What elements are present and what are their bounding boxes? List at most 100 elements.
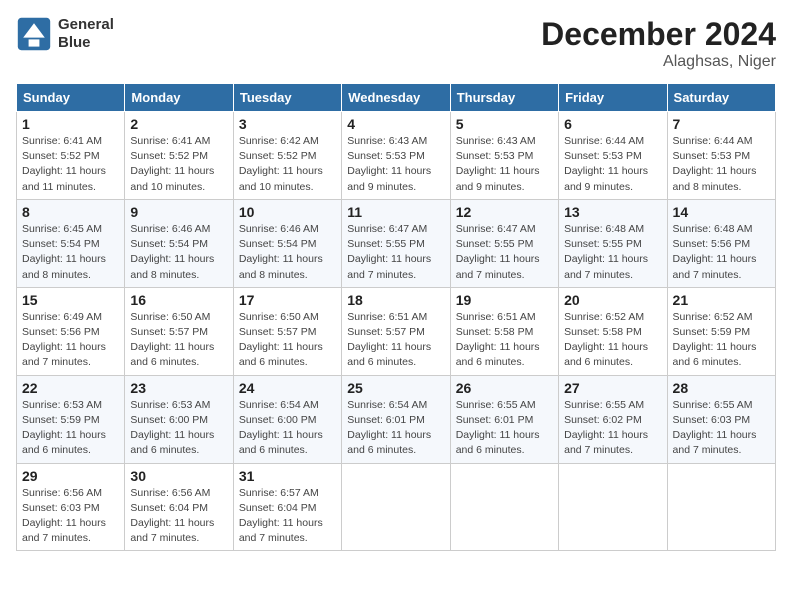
calendar-day-cell: 21Sunrise: 6:52 AM Sunset: 5:59 PM Dayli… (667, 287, 775, 375)
day-number: 5 (456, 116, 553, 132)
calendar-day-cell: 11 Sunrise: 6:47 AM Sunset: 5:55 PM Dayli… (342, 199, 450, 287)
calendar-day-cell: 18 Sunrise: 6:51 AM Sunset: 5:57 PM Dayli… (342, 287, 450, 375)
weekday-header: Tuesday (233, 84, 341, 112)
calendar-day-cell: 3Sunrise: 6:42 AM Sunset: 5:52 PM Daylig… (233, 112, 341, 200)
day-number: 16 (130, 292, 227, 308)
day-number: 31 (239, 468, 336, 484)
day-info: Sunrise: 6:43 AM Sunset: 5:53 PM Dayligh… (347, 134, 444, 195)
calendar-day-cell: 27 Sunrise: 6:55 AM Sunset: 6:02 PM Dayli… (559, 375, 667, 463)
day-number: 18 (347, 292, 444, 308)
calendar-day-cell: 7 Sunrise: 6:44 AM Sunset: 5:53 PM Daylig… (667, 112, 775, 200)
day-info: Sunrise: 6:50 AM Sunset: 5:57 PM Dayligh… (130, 310, 227, 371)
calendar-day-cell: 26 Sunrise: 6:55 AM Sunset: 6:01 PM Dayli… (450, 375, 558, 463)
calendar-day-cell: 8 Sunrise: 6:45 AM Sunset: 5:54 PM Daylig… (17, 199, 125, 287)
day-info: Sunrise: 6:50 AM Sunset: 5:57 PM Dayligh… (239, 310, 336, 371)
calendar-day-cell: 20Sunrise: 6:52 AM Sunset: 5:58 PM Dayli… (559, 287, 667, 375)
day-info: Sunrise: 6:55 AM Sunset: 6:01 PM Dayligh… (456, 398, 553, 459)
calendar-day-cell: 14 Sunrise: 6:48 AM Sunset: 5:56 PM Dayli… (667, 199, 775, 287)
calendar-week-row: 22 Sunrise: 6:53 AM Sunset: 5:59 PM Dayli… (17, 375, 776, 463)
calendar-day-cell: 4 Sunrise: 6:43 AM Sunset: 5:53 PM Daylig… (342, 112, 450, 200)
day-number: 23 (130, 380, 227, 396)
weekday-header: Sunday (17, 84, 125, 112)
calendar: SundayMondayTuesdayWednesdayThursdayFrid… (16, 83, 776, 551)
day-info: Sunrise: 6:43 AM Sunset: 5:53 PM Dayligh… (456, 134, 553, 195)
day-number: 8 (22, 204, 119, 220)
day-number: 24 (239, 380, 336, 396)
weekday-header: Saturday (667, 84, 775, 112)
day-info: Sunrise: 6:47 AM Sunset: 5:55 PM Dayligh… (347, 222, 444, 283)
day-number: 27 (564, 380, 661, 396)
day-number: 26 (456, 380, 553, 396)
day-number: 22 (22, 380, 119, 396)
day-number: 14 (673, 204, 770, 220)
calendar-week-row: 15 Sunrise: 6:49 AM Sunset: 5:56 PM Dayli… (17, 287, 776, 375)
calendar-day-cell: 23Sunrise: 6:53 AM Sunset: 6:00 PM Dayli… (125, 375, 233, 463)
location: Alaghsas, Niger (541, 53, 776, 71)
day-number: 9 (130, 204, 227, 220)
day-info: Sunrise: 6:55 AM Sunset: 6:03 PM Dayligh… (673, 398, 770, 459)
day-info: Sunrise: 6:46 AM Sunset: 5:54 PM Dayligh… (130, 222, 227, 283)
calendar-day-cell (450, 463, 558, 551)
day-info: Sunrise: 6:41 AM Sunset: 5:52 PM Dayligh… (22, 134, 119, 195)
calendar-day-cell: 25 Sunrise: 6:54 AM Sunset: 6:01 PM Dayli… (342, 375, 450, 463)
day-number: 28 (673, 380, 770, 396)
day-info: Sunrise: 6:56 AM Sunset: 6:04 PM Dayligh… (130, 486, 227, 547)
day-info: Sunrise: 6:53 AM Sunset: 5:59 PM Dayligh… (22, 398, 119, 459)
day-number: 4 (347, 116, 444, 132)
day-info: Sunrise: 6:46 AM Sunset: 5:54 PM Dayligh… (239, 222, 336, 283)
day-info: Sunrise: 6:49 AM Sunset: 5:56 PM Dayligh… (22, 310, 119, 371)
day-info: Sunrise: 6:54 AM Sunset: 6:01 PM Dayligh… (347, 398, 444, 459)
day-info: Sunrise: 6:44 AM Sunset: 5:53 PM Dayligh… (564, 134, 661, 195)
calendar-day-cell: 10Sunrise: 6:46 AM Sunset: 5:54 PM Dayli… (233, 199, 341, 287)
calendar-day-cell: 19 Sunrise: 6:51 AM Sunset: 5:58 PM Dayli… (450, 287, 558, 375)
day-info: Sunrise: 6:41 AM Sunset: 5:52 PM Dayligh… (130, 134, 227, 195)
logo: General Blue (16, 16, 114, 52)
calendar-day-cell: 28 Sunrise: 6:55 AM Sunset: 6:03 PM Dayli… (667, 375, 775, 463)
month-year: December 2024 (541, 16, 776, 53)
logo-text: General Blue (58, 16, 114, 52)
page-header: General Blue December 2024 Alaghsas, Nig… (16, 16, 776, 71)
day-number: 2 (130, 116, 227, 132)
calendar-day-cell (342, 463, 450, 551)
weekday-header: Wednesday (342, 84, 450, 112)
calendar-day-cell: 6 Sunrise: 6:44 AM Sunset: 5:53 PM Daylig… (559, 112, 667, 200)
calendar-day-cell: 12Sunrise: 6:47 AM Sunset: 5:55 PM Dayli… (450, 199, 558, 287)
day-info: Sunrise: 6:52 AM Sunset: 5:58 PM Dayligh… (564, 310, 661, 371)
weekday-header: Friday (559, 84, 667, 112)
day-info: Sunrise: 6:47 AM Sunset: 5:55 PM Dayligh… (456, 222, 553, 283)
calendar-day-cell: 29Sunrise: 6:56 AM Sunset: 6:03 PM Dayli… (17, 463, 125, 551)
day-info: Sunrise: 6:45 AM Sunset: 5:54 PM Dayligh… (22, 222, 119, 283)
calendar-day-cell: 22 Sunrise: 6:53 AM Sunset: 5:59 PM Dayli… (17, 375, 125, 463)
day-info: Sunrise: 6:48 AM Sunset: 5:56 PM Dayligh… (673, 222, 770, 283)
day-number: 7 (673, 116, 770, 132)
logo-icon (16, 16, 52, 52)
title-block: December 2024 Alaghsas, Niger (541, 16, 776, 71)
day-number: 17 (239, 292, 336, 308)
day-number: 11 (347, 204, 444, 220)
logo-line1: General (58, 16, 114, 34)
day-number: 1 (22, 116, 119, 132)
day-info: Sunrise: 6:55 AM Sunset: 6:02 PM Dayligh… (564, 398, 661, 459)
day-number: 25 (347, 380, 444, 396)
calendar-week-row: 29Sunrise: 6:56 AM Sunset: 6:03 PM Dayli… (17, 463, 776, 551)
day-number: 15 (22, 292, 119, 308)
day-info: Sunrise: 6:51 AM Sunset: 5:57 PM Dayligh… (347, 310, 444, 371)
calendar-week-row: 1 Sunrise: 6:41 AM Sunset: 5:52 PM Daylig… (17, 112, 776, 200)
day-number: 30 (130, 468, 227, 484)
day-number: 3 (239, 116, 336, 132)
calendar-day-cell: 9 Sunrise: 6:46 AM Sunset: 5:54 PM Daylig… (125, 199, 233, 287)
day-number: 6 (564, 116, 661, 132)
calendar-day-cell: 16 Sunrise: 6:50 AM Sunset: 5:57 PM Dayli… (125, 287, 233, 375)
day-info: Sunrise: 6:57 AM Sunset: 6:04 PM Dayligh… (239, 486, 336, 547)
calendar-day-cell (559, 463, 667, 551)
day-info: Sunrise: 6:52 AM Sunset: 5:59 PM Dayligh… (673, 310, 770, 371)
day-info: Sunrise: 6:51 AM Sunset: 5:58 PM Dayligh… (456, 310, 553, 371)
day-info: Sunrise: 6:56 AM Sunset: 6:03 PM Dayligh… (22, 486, 119, 547)
calendar-day-cell: 24Sunrise: 6:54 AM Sunset: 6:00 PM Dayli… (233, 375, 341, 463)
day-info: Sunrise: 6:44 AM Sunset: 5:53 PM Dayligh… (673, 134, 770, 195)
day-number: 19 (456, 292, 553, 308)
calendar-week-row: 8 Sunrise: 6:45 AM Sunset: 5:54 PM Daylig… (17, 199, 776, 287)
calendar-day-cell: 31 Sunrise: 6:57 AM Sunset: 6:04 PM Dayli… (233, 463, 341, 551)
calendar-day-cell: 2 Sunrise: 6:41 AM Sunset: 5:52 PM Daylig… (125, 112, 233, 200)
day-number: 13 (564, 204, 661, 220)
